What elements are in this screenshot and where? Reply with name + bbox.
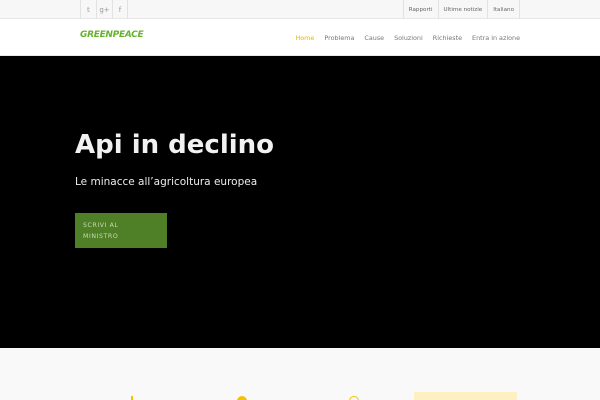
nav-item-cause[interactable]: Cause (364, 34, 384, 42)
nav-item-richieste[interactable]: Richieste (433, 34, 462, 42)
nav-item-entra-in-azione[interactable]: Entra in azione (472, 34, 520, 42)
feature-highlight-box (414, 392, 517, 400)
nav-item-soluzioni[interactable]: Soluzioni (394, 34, 423, 42)
feature-icon-3 (349, 390, 359, 400)
write-minister-button[interactable]: SCRIVI AL MINISTRO (75, 213, 167, 248)
hero-title: Api in declino (75, 130, 275, 160)
site-header: GREENPEACE Home Problema Cause Soluzioni… (0, 19, 600, 56)
language-selector[interactable]: Italiano (487, 0, 520, 19)
main-nav: Home Problema Cause Soluzioni Richieste … (285, 19, 520, 56)
greenpeace-logo[interactable]: GREENPEACE (80, 30, 144, 40)
nav-item-home[interactable]: Home (295, 34, 314, 42)
latest-news-link[interactable]: Ultime notizie (437, 0, 488, 19)
nav-item-problema[interactable]: Problema (324, 34, 354, 42)
google-plus-icon[interactable]: g+ (96, 0, 112, 19)
features-section (0, 348, 600, 400)
top-utility-bar: 𝕥 g+ f Rapporti Ultime notizie Italiano (0, 0, 600, 19)
button-label-line-2: MINISTRO (83, 233, 119, 240)
utility-links: Rapporti Ultime notizie Italiano (402, 0, 520, 19)
facebook-icon[interactable]: f (112, 0, 128, 19)
hero-subtitle: Le minacce all’agricoltura europea (75, 176, 258, 188)
social-links: 𝕥 g+ f (80, 0, 128, 19)
twitter-icon[interactable]: 𝕥 (80, 0, 96, 19)
feature-icon-2 (237, 390, 247, 400)
hero-banner: Api in declino Le minacce all’agricoltur… (0, 56, 600, 348)
button-label-line-1: SCRIVI AL (83, 222, 119, 229)
reports-link[interactable]: Rapporti (402, 0, 438, 19)
feature-icon-1 (127, 390, 137, 400)
page: 𝕥 g+ f Rapporti Ultime notizie Italiano … (0, 0, 600, 400)
